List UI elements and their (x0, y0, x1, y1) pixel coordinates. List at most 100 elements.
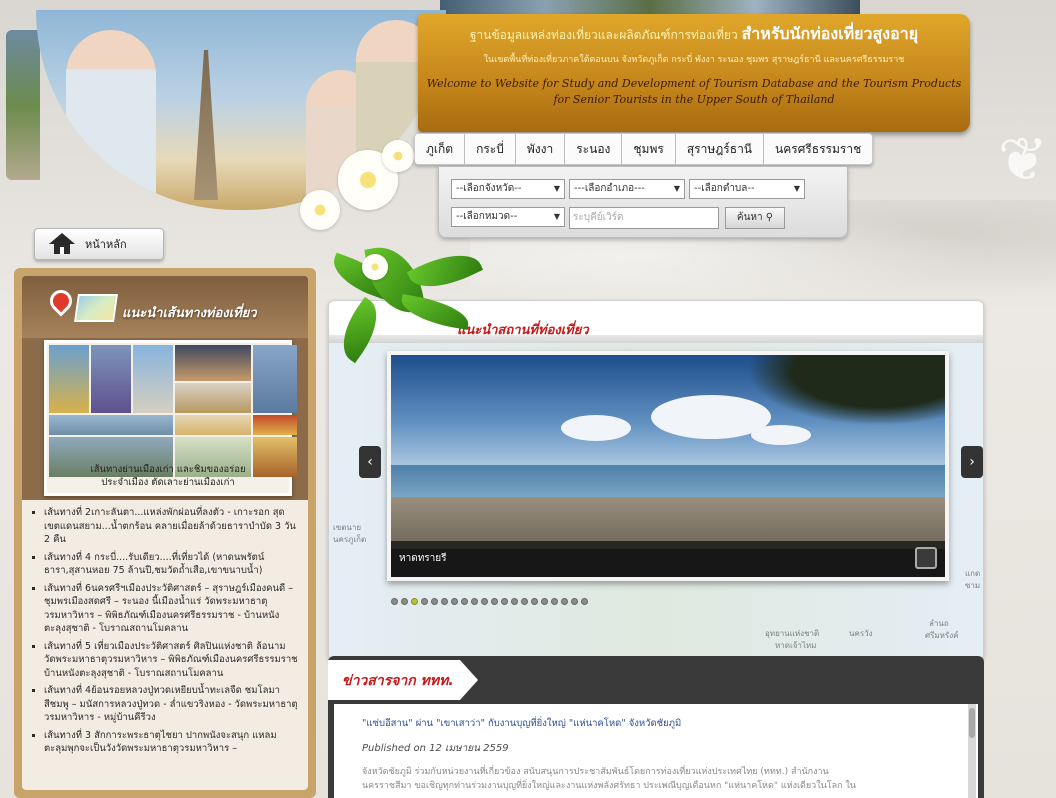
slide-image-tree (725, 355, 945, 435)
slide-dot[interactable] (481, 598, 488, 605)
news-summary: จังหวัดชัยภูมิ ร่วมกับหน่วยงานที่เกี่ยวข… (362, 765, 958, 793)
banner-title-prefix: ฐานข้อมูลแหล่งท่องเที่ยวและผลิตภัณฑ์การท… (469, 28, 738, 42)
route-link[interactable]: เส้นทางที่ 2เกาะลันตา...แหล่งพักผ่อนที่ล… (44, 506, 300, 547)
route-link[interactable]: เส้นทางที่ 3 สักการะพระธาตุไชยา ปากพนังจ… (44, 729, 300, 756)
search-button[interactable]: ค้นหา ⚲ (725, 207, 785, 229)
nav-item-ranong[interactable]: ระนอง (565, 134, 623, 164)
banner-english: Welcome to Website for Study and Develop… (418, 76, 970, 108)
slide-pagination (391, 598, 588, 605)
banner-title: ฐานข้อมูลแหล่งท่องเที่ยวและผลิตภัณฑ์การท… (418, 22, 970, 47)
page: ❦ ฐานข้อมูลแหล่งท่องเที่ยวและผลิตภัณฑ์กา… (0, 0, 1056, 798)
nav-item-nakhonsithammarat[interactable]: นครศรีธรรมราช (764, 134, 872, 164)
map-pin-icon (45, 285, 77, 317)
frangipani-flower-icon (382, 140, 414, 172)
decorative-swirl-icon: ❦ (997, 125, 1048, 195)
map-label: ลำนถ (929, 619, 949, 628)
province-nav: ภูเก็ต กระบี่ พังงา ระนอง ชุมพร สุราษฎร์… (414, 133, 874, 165)
slide-dot[interactable] (541, 598, 548, 605)
slide-dot[interactable] (561, 598, 568, 605)
nav-item-chumphon[interactable]: ชุมพร (622, 134, 676, 164)
route-caption-line2: ประจำเมือง ตัดเลาะย่านเมืองเก่า (101, 477, 235, 488)
slide-dot[interactable] (531, 598, 538, 605)
subdistrict-select-value: --เลือกตำบล-- (694, 183, 755, 194)
news-item: "แซ่บอีสาน" ผ่าน "เขาเสาว่า" กับงานบุญที… (334, 704, 978, 798)
slide-dot[interactable] (551, 598, 558, 605)
slide-prev-button[interactable]: ‹ (359, 446, 381, 478)
keyword-search-input[interactable]: ระบุคีย์เวิร์ด (569, 207, 719, 229)
banner-english-line2: for Senior Tourists in the Upper South o… (553, 93, 835, 106)
district-select-value: ---เลือกอำเภอ--- (574, 183, 645, 194)
slide-dot[interactable] (401, 598, 408, 605)
dropdown-arrow-icon: ▼ (673, 184, 680, 193)
route-caption-line1: เส้นทางย่านเมืองเก่า และชิมของอร่อย (90, 464, 246, 475)
slide-dot[interactable] (571, 598, 578, 605)
route-link[interactable]: เส้นทางที่ 4 กระบี่....รับเดียว....ที่เท… (44, 551, 300, 578)
news-tab-label: ข่าวสารจาก ททท. (342, 673, 454, 689)
subdistrict-select[interactable]: --เลือกตำบล-- ▼ (689, 179, 805, 199)
slide-dot[interactable] (391, 598, 398, 605)
banner-title-main: สำหรับนักท่องเที่ยวสูงอายุ (741, 24, 919, 43)
slide-dot[interactable] (441, 598, 448, 605)
news-headline-link[interactable]: "แซ่บอีสาน" ผ่าน "เขาเสาว่า" กับงานบุญที… (362, 716, 958, 731)
map-label: ซาม (965, 581, 981, 590)
map-label: นครภูเก็ต (333, 535, 367, 544)
news-tab[interactable]: ข่าวสารจาก ททท. (328, 660, 478, 700)
attraction-slideshow[interactable]: หาดทรายรี (387, 351, 949, 581)
sidebar-title: แนะนำเส้นทางท่องเที่ยว (122, 306, 257, 321)
province-select-value: --เลือกจังหวัด-- (456, 183, 522, 194)
map-label: ศรีมหรังค์ (925, 631, 959, 640)
route-list: เส้นทางที่ 2เกาะลันตา...แหล่งพักผ่อนที่ล… (22, 500, 308, 790)
header-side-photos (6, 30, 40, 180)
slide-dot[interactable] (511, 598, 518, 605)
route-photo-mosaic (47, 343, 297, 479)
route-link[interactable]: เส้นทางที่ 4ย้อนรอยหลวงปู่ทวดเหยียบน้ำทะ… (44, 684, 300, 725)
map-label: เขตนาย (333, 523, 362, 532)
search-filter-box: --เลือกจังหวัด-- ▼ ---เลือกอำเภอ--- ▼ --… (438, 166, 848, 238)
category-select[interactable]: --เลือกหมวด-- ▼ (451, 207, 565, 227)
route-sidebar: แนะนำเส้นทางท่องเที่ยว เส้นทางย่านเมืองเ… (14, 268, 316, 798)
route-photo-caption: เส้นทางย่านเมืองเก่า และชิมของอร่อย ประจ… (47, 463, 289, 489)
banner-english-line1: Welcome to Website for Study and Develop… (426, 77, 962, 90)
route-link[interactable]: เส้นทางที่ 6นครศรีฯเมืองประวัติศาสตร์ – … (44, 582, 300, 636)
chevron-left-icon: ‹ (367, 454, 373, 470)
slide-dot[interactable] (581, 598, 588, 605)
site-banner: ฐานข้อมูลแหล่งท่องเที่ยวและผลิตภัณฑ์การท… (418, 14, 970, 132)
slide-dot[interactable] (471, 598, 478, 605)
home-button[interactable]: หน้าหลัก (34, 228, 164, 260)
route-link[interactable]: เส้นทางที่ 5 เที่ยวเมืองประวัติศาสตร์ ศิ… (44, 640, 300, 681)
district-select[interactable]: ---เลือกอำเภอ--- ▼ (569, 179, 685, 199)
sidebar-header: แนะนำเส้นทางท่องเที่ยว (22, 276, 308, 338)
province-select[interactable]: --เลือกจังหวัด-- ▼ (451, 179, 565, 199)
route-photo-card[interactable]: เส้นทางย่านเมืองเก่า และชิมของอร่อย ประจ… (44, 340, 297, 496)
tat-logo-icon (915, 547, 937, 569)
nav-item-suratthani[interactable]: สุราษฎร์ธานี (676, 134, 765, 164)
home-icon (49, 233, 75, 255)
nav-item-phuket[interactable]: ภูเก็ต (415, 134, 466, 164)
category-select-value: --เลือกหมวด-- (456, 211, 518, 222)
slide-caption-bar: หาดทรายรี (391, 541, 945, 577)
header-photo-strip (440, 0, 860, 14)
news-summary-line1: จังหวัดชัยภูมิ ร่วมกับหน่วยงานที่เกี่ยวข… (362, 767, 829, 777)
slide-dot[interactable] (501, 598, 508, 605)
slide-dot[interactable] (421, 598, 428, 605)
slide-dot[interactable] (451, 598, 458, 605)
slide-dot[interactable] (461, 598, 468, 605)
slide-dot[interactable] (411, 598, 418, 605)
map-label: อุทยานแห่งชาติ (765, 629, 820, 638)
slide-dot[interactable] (491, 598, 498, 605)
slide-image-sea (391, 465, 945, 497)
map-label: แกด (965, 569, 981, 578)
nav-item-krabi[interactable]: กระบี่ (465, 134, 516, 164)
slide-dot[interactable] (521, 598, 528, 605)
slide-caption: หาดทรายรี (399, 553, 447, 564)
map-label: หาดเจ้าไหม (775, 641, 817, 650)
temple-image (194, 50, 218, 200)
frangipani-flower-icon (300, 190, 340, 230)
news-scrollbar[interactable] (968, 704, 976, 798)
nav-item-phangnga[interactable]: พังงา (516, 134, 566, 164)
dropdown-arrow-icon: ▼ (793, 184, 800, 193)
slide-next-button[interactable]: › (961, 446, 983, 478)
slide-dot[interactable] (431, 598, 438, 605)
attractions-panel: แนะนำสถานที่ท่องเที่ยว เขตนาย นครภูเก็ต … (328, 300, 984, 660)
news-summary-line2: นครราชสีมา ขอเชิญทุกท่านร่วมงานบุญที่ยิ่… (362, 781, 856, 791)
